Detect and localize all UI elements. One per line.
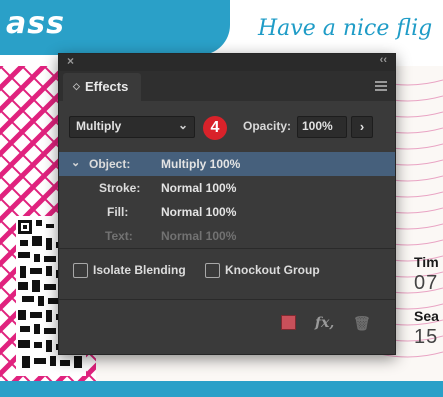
document-title-right: Have a nice flig: [258, 16, 433, 41]
trash-icon[interactable]: 🗑: [353, 315, 371, 332]
panel-titlebar[interactable]: × ‹‹: [59, 54, 395, 71]
row-text: Text: Normal 100%: [59, 224, 395, 248]
isolate-blending-label: Isolate Blending: [93, 263, 186, 277]
divider: [59, 248, 395, 249]
row-object-value: Multiply 100%: [161, 157, 241, 171]
time-label: Tim: [414, 254, 439, 270]
row-object[interactable]: ⌄ Object: Multiply 100%: [59, 152, 395, 176]
blend-mode-value: Multiply: [76, 119, 122, 133]
tab-toggle-icon: ◇: [73, 81, 80, 91]
opacity-slider-button[interactable]: ›: [351, 116, 373, 138]
row-text-value: Normal 100%: [161, 229, 237, 243]
divider: [59, 299, 395, 300]
chevron-down-icon: ⌄: [177, 118, 188, 132]
row-object-label: Object:: [89, 157, 131, 171]
chevron-right-icon: ›: [359, 119, 365, 134]
document-title-left: ass: [6, 6, 65, 41]
panel-tab-bar: ◇ Effects: [59, 71, 395, 101]
effects-panel: × ‹‹ ◇ Effects Multiply ⌄ 4 Opacity: 100…: [58, 53, 396, 355]
close-icon[interactable]: ×: [67, 54, 74, 68]
knockout-group-checkbox[interactable]: [205, 263, 220, 278]
row-stroke-label: Stroke:: [99, 181, 141, 195]
blend-mode-select[interactable]: Multiply ⌄: [69, 116, 195, 138]
row-text-label: Text:: [105, 229, 133, 243]
fx-icon[interactable]: fx,: [315, 315, 334, 331]
isolate-blending-checkbox[interactable]: [73, 263, 88, 278]
collapse-icon[interactable]: ‹‹: [380, 54, 387, 66]
row-fill[interactable]: Fill: Normal 100%: [59, 200, 395, 224]
time-value: 07: [414, 272, 439, 294]
opacity-input[interactable]: 100%: [297, 116, 347, 138]
callout-badge: 4: [203, 116, 227, 140]
opacity-value: 100%: [302, 119, 333, 133]
clear-effects-icon[interactable]: [281, 315, 296, 330]
seat-label: Sea: [414, 308, 439, 324]
tab-effects[interactable]: ◇ Effects: [63, 73, 141, 101]
opacity-label: Opacity:: [243, 119, 292, 133]
row-fill-value: Normal 100%: [161, 205, 237, 219]
row-stroke[interactable]: Stroke: Normal 100%: [59, 176, 395, 200]
panel-menu-icon[interactable]: [375, 81, 387, 91]
seat-value: 15: [414, 326, 439, 348]
row-fill-label: Fill:: [107, 205, 129, 219]
chevron-down-icon[interactable]: ⌄: [71, 156, 80, 169]
knockout-group-label: Knockout Group: [225, 263, 320, 277]
document-footer-band: [0, 381, 443, 397]
row-stroke-value: Normal 100%: [161, 181, 237, 195]
tab-effects-label: Effects: [85, 79, 129, 94]
